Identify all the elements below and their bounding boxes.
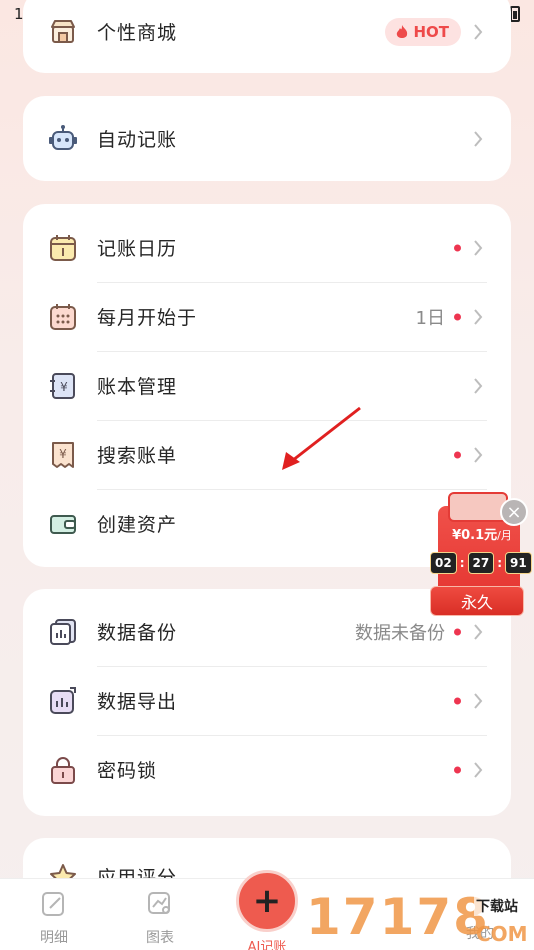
settings-label: 记账日历 [97,238,178,260]
auto-label: 自动记账 [97,129,178,151]
data-label: 数据备份 [97,622,178,644]
chart-search-icon [148,892,170,914]
data-row-export[interactable]: 数据导出 [23,666,511,735]
promo-envelope-flap [448,492,508,522]
promo-countdown: 02 : 27 : 91 [430,552,532,574]
export-icon [50,686,76,714]
close-icon[interactable]: × [500,498,528,526]
flame-icon [397,24,408,38]
auto-card: 自动记账 [23,96,511,181]
ledger-icon: ¥ [50,372,75,399]
chevron-right-icon [474,692,483,709]
promo-forever-button[interactable]: 永久 [430,586,524,616]
shop-label: 个性商城 [97,22,178,44]
new-dot [454,313,461,320]
chevron-right-icon [474,446,483,463]
svg-text:¥: ¥ [60,380,68,394]
countdown-separator: : [497,556,503,570]
new-dot [454,628,461,635]
receipt-icon: ¥ [52,441,74,468]
countdown-separator: : [459,556,465,570]
nav-charts-label: 图表 [146,930,174,946]
watermark-digits: 17178 [306,888,490,946]
data-label: 数据导出 [97,691,178,713]
promo-price-unit: /月 [497,529,512,542]
shop-row[interactable]: 个性商城 HOT [23,0,511,66]
chevron-right-icon [474,239,483,256]
robot-icon [49,124,77,150]
annotation-arrow [282,406,361,470]
settings-row-calendar[interactable]: 记账日历 [23,213,511,282]
settings-row-search[interactable]: ¥ 搜索账单 [23,420,511,489]
chevron-right-icon [474,377,483,394]
countdown-minutes: 27 [467,552,495,574]
settings-label: 搜索账单 [97,445,178,467]
auto-row[interactable]: 自动记账 [23,104,511,173]
battery-icon [510,6,520,22]
new-dot [454,451,461,458]
chevron-right-icon [474,761,483,778]
new-dot [454,244,461,251]
chevron-right-icon [474,130,483,147]
wallet-icon [50,514,76,534]
add-record-button[interactable]: + [236,870,298,932]
nav-details[interactable]: 明细 [24,891,84,947]
countdown-hours: 02 [430,552,457,574]
chevron-right-icon [474,623,483,640]
settings-row-month-start[interactable]: 每月开始于 1日 [23,282,511,351]
calendar-grid-icon [50,303,76,330]
data-label: 密码锁 [97,760,158,782]
new-dot [454,766,461,773]
chevron-right-icon [474,308,483,325]
data-row-lock[interactable]: 密码锁 [23,735,511,804]
backup-icon [50,618,76,645]
hot-badge: HOT [385,17,461,46]
settings-row-ledger[interactable]: ¥ 账本管理 [23,351,511,420]
shop-card: 个性商城 HOT [23,0,511,73]
lock-icon [51,756,75,784]
promo-price-amount: ¥0.1元 [452,528,498,543]
watermark-tag: 下载站 [474,896,520,916]
watermark-com: COM [476,922,528,946]
settings-label: 每月开始于 [97,307,198,329]
calendar-icon [50,234,76,261]
settings-label: 账本管理 [97,376,178,398]
nav-charts[interactable]: 图表 [130,891,190,947]
svg-text:¥: ¥ [59,447,67,461]
promo-price: ¥0.1元/月 [440,524,524,543]
promo-widget[interactable]: ¥0.1元/月 02 : 27 : 91 永久 × [424,492,534,624]
store-icon [51,19,75,43]
month-start-value: 1日 [415,307,445,329]
chevron-right-icon [474,23,483,40]
new-dot [454,697,461,704]
add-record-label: AI记账 [247,940,287,950]
settings-label: 创建资产 [97,514,178,536]
countdown-seconds: 91 [505,552,532,574]
hot-badge-text: HOT [413,22,449,41]
edit-note-icon [42,892,64,916]
nav-details-label: 明细 [40,930,68,946]
